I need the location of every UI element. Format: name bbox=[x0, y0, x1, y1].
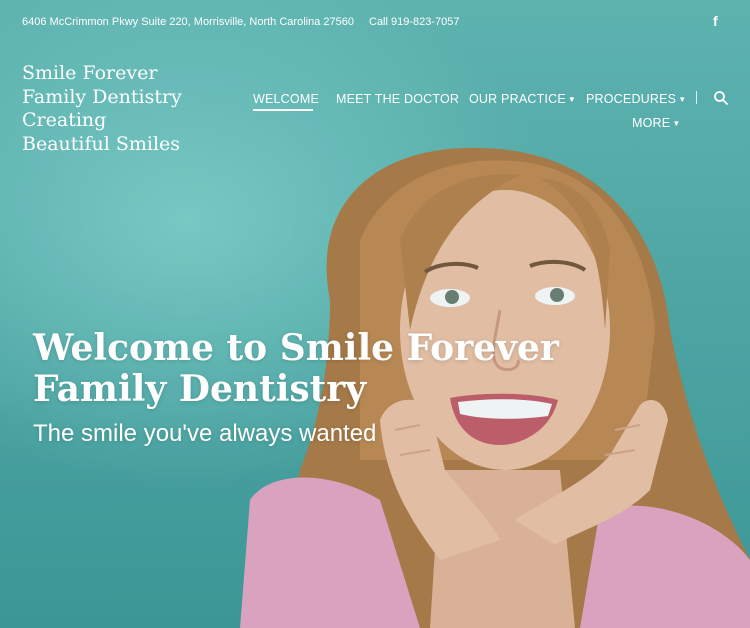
logo-line: Family Dentistry bbox=[22, 85, 182, 108]
nav-item-label: OUR PRACTICE bbox=[469, 92, 566, 106]
phone-link[interactable]: Call 919-823-7057 bbox=[369, 16, 460, 28]
site-logo[interactable]: Smile Forever Family Dentistry Creating … bbox=[22, 62, 182, 156]
facebook-icon[interactable]: f bbox=[713, 13, 718, 29]
search-icon[interactable] bbox=[713, 90, 729, 106]
logo-line: Beautiful Smiles bbox=[22, 132, 181, 155]
nav-item-welcome[interactable]: WELCOME bbox=[253, 92, 319, 106]
chevron-down-icon: ▼ bbox=[678, 95, 687, 105]
chevron-down-icon: ▼ bbox=[672, 119, 681, 129]
logo-line: Creating bbox=[22, 109, 107, 131]
nav-item-label: PROCEDURES bbox=[586, 92, 677, 106]
hero-headline: Welcome to Smile Forever Family Dentistr… bbox=[33, 327, 559, 410]
nav-item-procedures[interactable]: PROCEDURES ▼ bbox=[586, 92, 686, 106]
nav-divider bbox=[696, 91, 697, 104]
logo-line: Smile Forever bbox=[22, 62, 158, 84]
nav-item-label: MORE bbox=[632, 116, 671, 130]
nav-item-our-practice[interactable]: OUR PRACTICE ▼ bbox=[469, 92, 576, 106]
top-info-bar: 6406 McCrimmon Pkwy Suite 220, Morrisvil… bbox=[0, 0, 750, 44]
address-text: 6406 McCrimmon Pkwy Suite 220, Morrisvil… bbox=[22, 16, 354, 28]
chevron-down-icon: ▼ bbox=[567, 95, 576, 105]
nav-item-more[interactable]: MORE ▼ bbox=[632, 116, 680, 130]
hero-tagline: The smile you've always wanted bbox=[33, 420, 377, 447]
active-indicator bbox=[253, 109, 313, 111]
nav-item-meet-the-doctor[interactable]: MEET THE DOCTOR bbox=[336, 92, 459, 106]
